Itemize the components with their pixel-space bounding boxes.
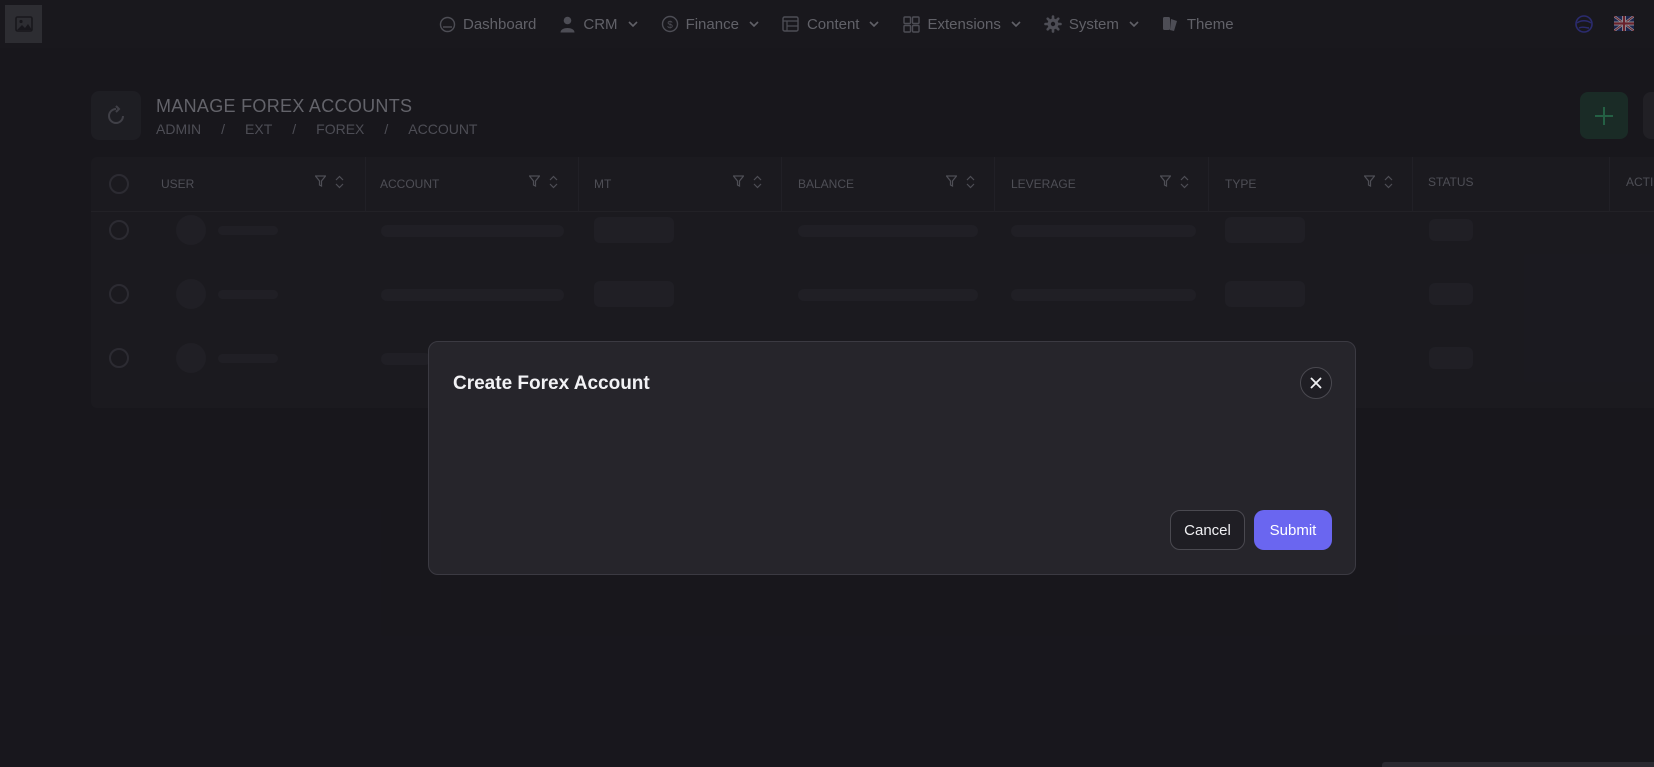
submit-button[interactable]: Submit [1254, 510, 1332, 550]
cancel-button[interactable]: Cancel [1170, 510, 1245, 550]
create-forex-account-modal: Create Forex Account Cancel Submit [428, 341, 1356, 575]
bottom-scrollbar[interactable] [1382, 762, 1654, 767]
modal-title: Create Forex Account [453, 373, 650, 394]
close-button[interactable] [1300, 367, 1332, 399]
close-icon [1310, 377, 1322, 389]
